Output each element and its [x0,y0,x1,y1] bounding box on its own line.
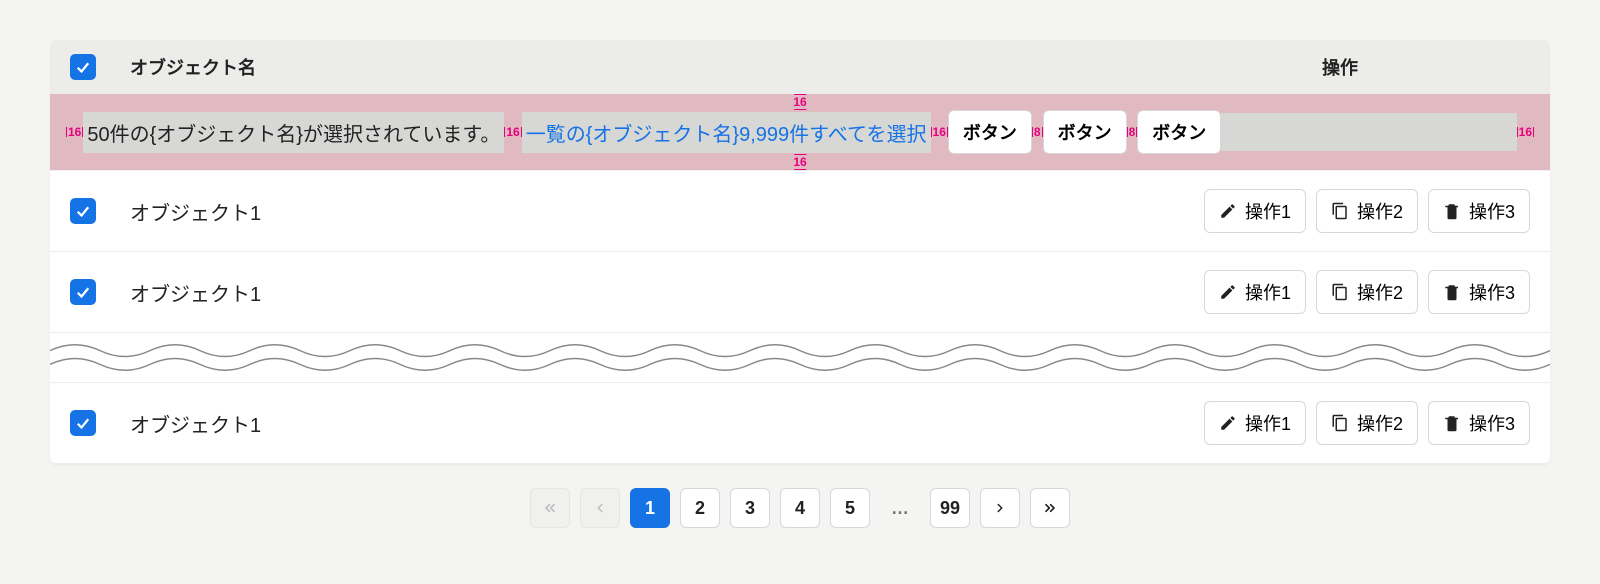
copy-label: 操作2 [1357,410,1403,436]
trash-icon [1443,414,1461,432]
delete-label: 操作3 [1469,279,1515,305]
spec-gap-right: 16 [1517,125,1534,139]
row-actions: 操作1 操作2 操作3 [1150,401,1530,445]
row-checkbox[interactable] [70,279,96,305]
delete-button[interactable]: 操作3 [1428,401,1530,445]
selection-bar-filler [1221,113,1516,151]
edit-label: 操作1 [1245,410,1291,436]
spec-gap-left: 16 [66,125,83,139]
chevrons-right-icon [1042,500,1058,516]
row-name: オブジェクト1 [130,197,1150,226]
header-name-label: オブジェクト名 [130,54,1150,80]
copy-button[interactable]: 操作2 [1316,270,1418,314]
trash-icon [1443,202,1461,220]
table-row: オブジェクト1 操作1 操作2 操作3 [50,382,1550,464]
page-3-button[interactable]: 3 [730,488,770,528]
page-first-button[interactable] [530,488,570,528]
pencil-icon [1219,202,1237,220]
header-actions-label: 操作 [1150,54,1530,80]
copy-icon [1331,283,1349,301]
page-ellipsis: … [880,488,920,528]
table-header: オブジェクト名 操作 [50,40,1550,94]
edit-label: 操作1 [1245,198,1291,224]
copy-label: 操作2 [1357,279,1403,305]
page-last-number-button[interactable]: 99 [930,488,970,528]
row-actions: 操作1 操作2 操作3 [1150,270,1530,314]
table-row: オブジェクト1 操作1 操作2 操作3 [50,170,1550,251]
check-icon [74,202,92,220]
row-name: オブジェクト1 [130,409,1150,438]
trash-icon [1443,283,1461,301]
delete-label: 操作3 [1469,410,1515,436]
page-prev-button[interactable] [580,488,620,528]
spec-padding-top: 16 [793,94,806,110]
selection-status-text: 50件の{オブジェクト名}が選択されています。 [83,112,504,153]
delete-button[interactable]: 操作3 [1428,189,1530,233]
row-actions: 操作1 操作2 操作3 [1150,189,1530,233]
table-row: オブジェクト1 操作1 操作2 操作3 [50,251,1550,332]
check-icon [74,283,92,301]
chevron-left-icon [593,501,607,515]
pagination: 1 2 3 4 5 … 99 [0,464,1600,568]
page-2-button[interactable]: 2 [680,488,720,528]
copy-button[interactable]: 操作2 [1316,401,1418,445]
copy-button[interactable]: 操作2 [1316,189,1418,233]
copy-label: 操作2 [1357,198,1403,224]
row-checkbox[interactable] [70,410,96,436]
data-table: オブジェクト名 操作 16 16 16 50件の{オブジェクト名}が選択されてい… [50,40,1550,464]
copy-icon [1331,414,1349,432]
edit-button[interactable]: 操作1 [1204,270,1306,314]
page-next-button[interactable] [980,488,1020,528]
edit-button[interactable]: 操作1 [1204,401,1306,445]
copy-icon [1331,202,1349,220]
chevrons-left-icon [542,500,558,516]
select-all-checkbox[interactable] [70,54,96,80]
selection-button-2[interactable]: ボタン [1043,110,1127,154]
select-all-link[interactable]: 一覧の{オブジェクト名}9,999件すべてを選択 [522,112,931,153]
edit-label: 操作1 [1245,279,1291,305]
selection-status-bar: 16 16 16 50件の{オブジェクト名}が選択されています。 16 一覧の{… [50,94,1550,170]
selection-button-1[interactable]: ボタン [948,110,1032,154]
pencil-icon [1219,414,1237,432]
collapsed-rows-indicator [50,332,1550,382]
check-icon [74,414,92,432]
page-5-button[interactable]: 5 [830,488,870,528]
row-name: オブジェクト1 [130,278,1150,307]
page-4-button[interactable]: 4 [780,488,820,528]
page-1-button[interactable]: 1 [630,488,670,528]
check-icon [74,58,92,76]
delete-button[interactable]: 操作3 [1428,270,1530,314]
selection-button-3[interactable]: ボタン [1137,110,1221,154]
page-last-button[interactable] [1030,488,1070,528]
row-checkbox[interactable] [70,198,96,224]
spec-gap-mid: 16 [504,125,521,139]
pencil-icon [1219,283,1237,301]
chevron-right-icon [993,501,1007,515]
header-checkbox-cell [70,54,130,80]
spec-padding-bottom: 16 [793,154,806,170]
spec-gap-after-link: 16 [931,125,948,139]
spec-gap-btn2: 8 [1127,125,1138,139]
delete-label: 操作3 [1469,198,1515,224]
edit-button[interactable]: 操作1 [1204,189,1306,233]
spec-gap-btn1: 8 [1032,125,1043,139]
